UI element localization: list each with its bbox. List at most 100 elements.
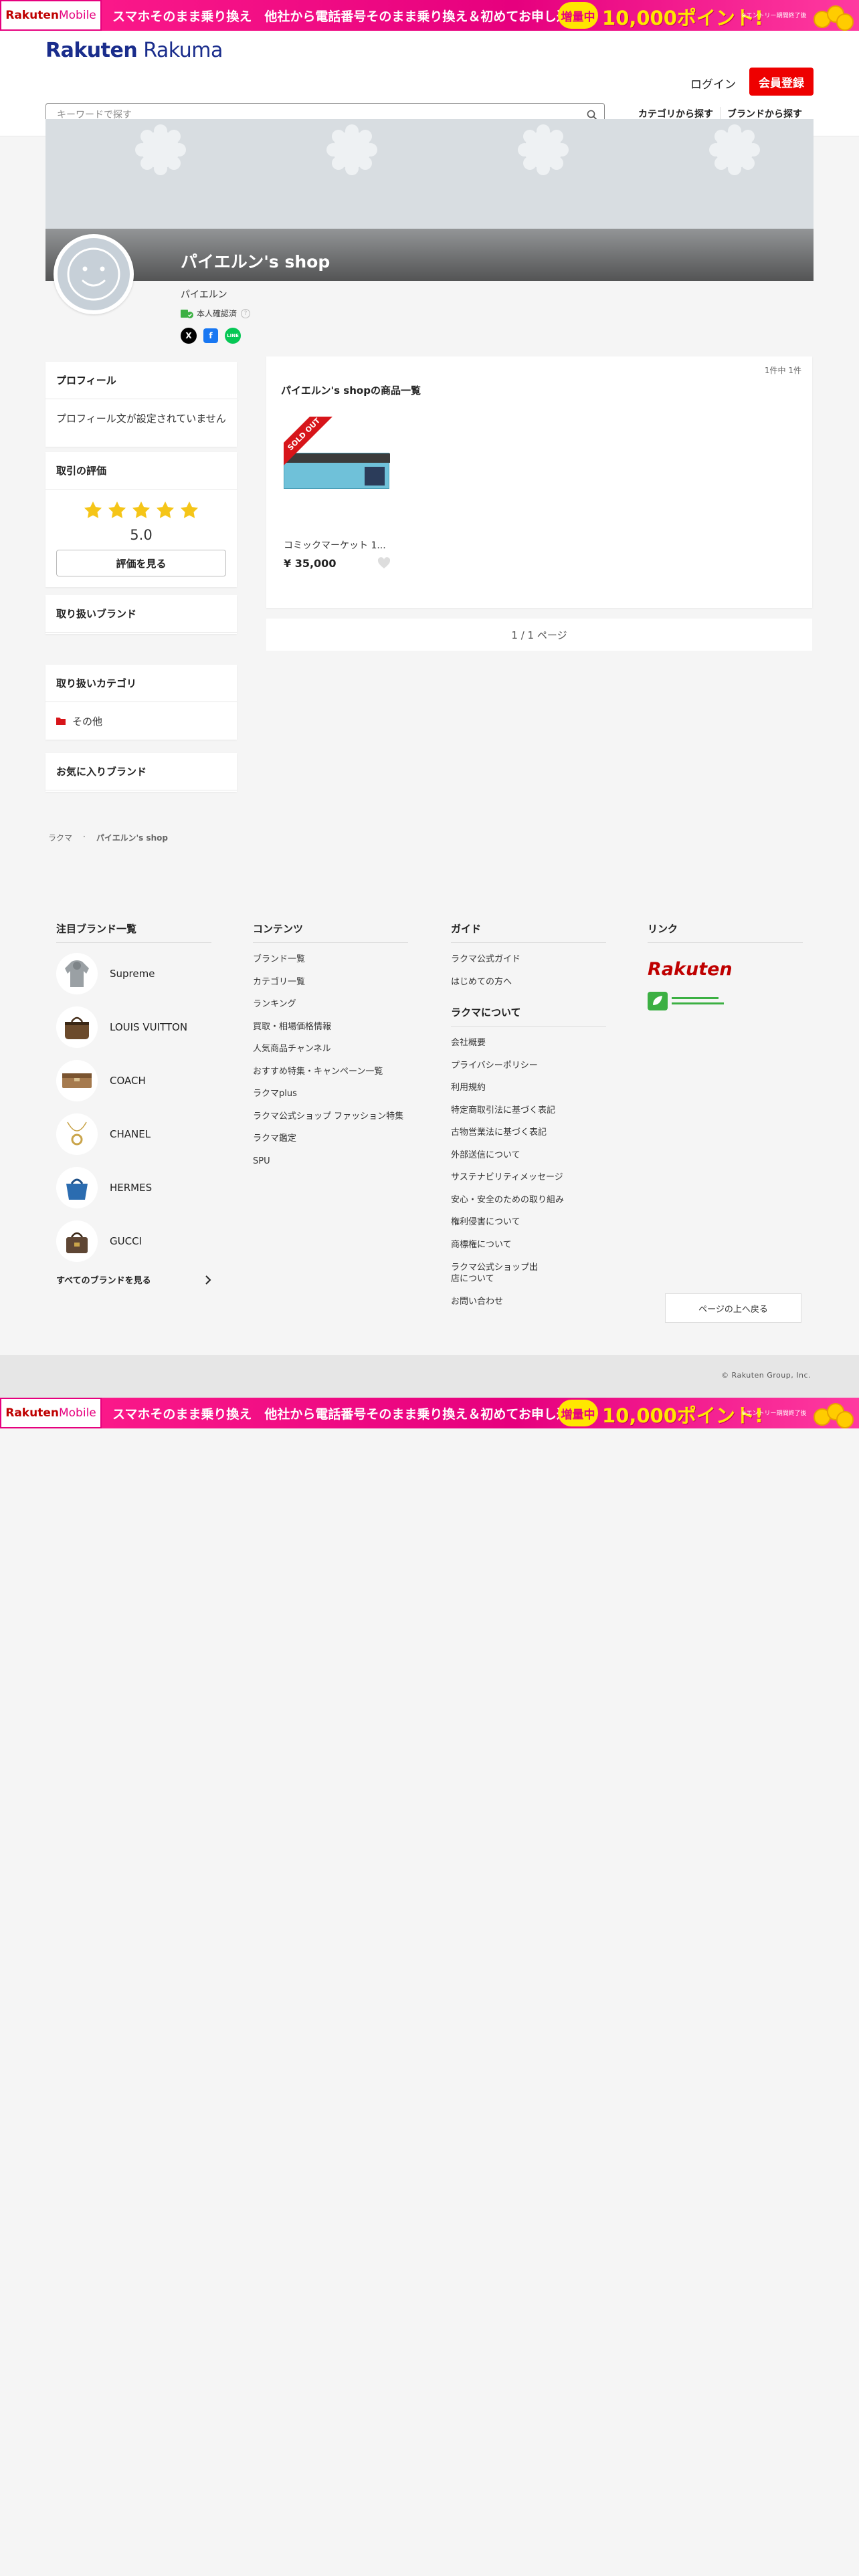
promo-note: ※エントリー期間終了後 [741, 13, 807, 19]
pagination: 1 / 1 ページ [266, 619, 812, 651]
login-link[interactable]: ログイン [690, 75, 736, 92]
share-buttons: X f LINE [181, 328, 241, 344]
shop-name: パイエルン's shop [181, 252, 330, 272]
promo-badge: 増量中 [558, 2, 598, 29]
nav-category[interactable]: カテゴリから探す [632, 107, 720, 120]
coins-icon [811, 4, 854, 31]
eco-badge[interactable] [648, 992, 803, 1010]
footer-link[interactable]: 権利侵害について [451, 1216, 606, 1228]
smiley-icon [67, 247, 120, 301]
brand-name: COACH [110, 1075, 146, 1087]
rakuma-logo[interactable]: Rakuten Rakuma [45, 39, 223, 62]
eco-badge-caption-icon [672, 997, 724, 1004]
product-name[interactable]: コミックマーケット 1... [284, 538, 391, 552]
cover-overlay [45, 229, 814, 281]
facebook-share-icon[interactable]: f [203, 328, 218, 343]
footer-link[interactable]: 会社概要 [451, 1037, 606, 1049]
footer-link[interactable]: ラクマplus [253, 1088, 408, 1100]
footer-link[interactable]: 古物営業法に基づく表記 [451, 1127, 606, 1139]
footer-link[interactable]: SPU [253, 1156, 408, 1168]
footer-link[interactable]: ラクマ公式ガイド [451, 954, 606, 966]
copyright: © Rakuten Group, Inc. [0, 1355, 859, 1398]
star-icon [132, 501, 151, 518]
shop-owner-name: パイエルン [181, 290, 227, 300]
heart-icon[interactable] [377, 557, 391, 572]
coins-icon [811, 1402, 854, 1428]
footer-link[interactable]: ラクマ鑑定 [253, 1133, 408, 1145]
footer-brands-title: 注目ブランド一覧 [56, 922, 211, 943]
footer-link[interactable]: 外部送信について [451, 1150, 606, 1162]
promo-banner[interactable]: Rakuten Mobile スマホそのまま乗り換え 他社から電話番号そのまま乗り… [0, 0, 859, 31]
product-card[interactable]: SOLD OUT コミックマーケット 1... ¥ 35,000 [284, 417, 391, 570]
brand-item-louis-vuitton[interactable]: LOUIS VUITTON [56, 1000, 211, 1054]
profile-panel: プロフィール プロフィール文が設定されていません [45, 362, 237, 447]
tote-bag-icon [56, 1167, 98, 1208]
star-icon [84, 501, 102, 518]
category-item[interactable]: その他 [56, 702, 226, 740]
listing-title: パイエルン's shopの商品一覧 [281, 385, 421, 397]
footer-link[interactable]: ラクマ公式ショップ出店について [451, 1262, 545, 1285]
rating-stars [56, 500, 226, 520]
rating-score: 5.0 [130, 527, 153, 543]
brand-item-coach[interactable]: COACH [56, 1054, 211, 1107]
footer-link[interactable]: お問い合わせ [451, 1296, 606, 1308]
breadcrumb-current: パイエルン's shop [96, 833, 168, 843]
promo-points: 10,000ポイント! [602, 7, 764, 29]
favorite-brands-panel: お気に入りブランド [45, 753, 237, 792]
all-brands-link[interactable]: すべてのブランドを見る [56, 1273, 211, 1286]
register-button[interactable]: 会員登録 [749, 68, 814, 96]
chevron-right-icon [205, 1275, 211, 1285]
footer-link[interactable]: 安心・安全のための取り組み [451, 1194, 606, 1206]
footer-link[interactable]: プライバシーポリシー [451, 1060, 606, 1072]
handbag-icon [56, 1220, 98, 1262]
footer-links: リンク Rakuten [648, 922, 803, 1010]
help-icon[interactable]: ? [241, 308, 251, 318]
footer-guide-title: ガイド [451, 922, 606, 943]
breadcrumb-home[interactable]: ラクマ [48, 832, 72, 843]
footer-brands: 注目ブランド一覧 Supreme LOUIS VUITTON COACH CHA… [56, 922, 211, 1286]
brand-item-chanel[interactable]: CHANEL [56, 1107, 211, 1161]
view-ratings-button[interactable]: 評価を見る [56, 550, 226, 576]
footer-link[interactable]: 人気商品チャンネル [253, 1043, 408, 1055]
hoodie-icon [56, 953, 98, 994]
brand-item-gucci[interactable]: GUCCI [56, 1214, 211, 1268]
promo-banner-bottom[interactable]: Rakuten Mobile スマホそのまま乗り換え 他社から電話番号そのまま乗り… [0, 1398, 859, 1428]
footer-link[interactable]: はじめての方へ [451, 976, 606, 988]
line-share-icon[interactable]: LINE [225, 328, 241, 344]
star-icon [180, 501, 199, 518]
footer-link[interactable]: ランキング [253, 998, 408, 1010]
flower-icon [709, 124, 760, 175]
footer-link[interactable]: 利用規約 [451, 1082, 606, 1094]
footer-link[interactable]: ブランド一覧 [253, 954, 408, 966]
promo-badge: 増量中 [558, 1400, 598, 1426]
categories-title: 取り扱いカテゴリ [45, 665, 237, 702]
footer-link[interactable]: 特定商取引法に基づく表記 [451, 1105, 606, 1117]
footer-link[interactable]: カテゴリ一覧 [253, 976, 408, 988]
brand-item-supreme[interactable]: Supreme [56, 947, 211, 1000]
rakuten-mobile-logo: Rakuten Mobile [0, 0, 102, 31]
favorite-brands-title: お気に入りブランド [45, 753, 237, 790]
footer-link[interactable]: 買取・相場価格情報 [253, 1021, 408, 1033]
nav-brand[interactable]: ブランドから探す [720, 107, 809, 120]
footer-link[interactable]: サステナビリティメッセージ [451, 1172, 606, 1184]
rating-title: 取引の評価 [45, 452, 237, 490]
footer-link[interactable]: ラクマ公式ショップ ファッション特集 [253, 1111, 408, 1123]
footer-link[interactable]: 商標権について [451, 1239, 606, 1251]
product-image[interactable]: SOLD OUT [284, 417, 391, 524]
promo-text: スマホそのまま乗り換え 他社から電話番号そのまま乗り換え＆初めてお申し込みで [112, 1406, 595, 1422]
breadcrumb-separator: · [83, 832, 86, 841]
x-share-icon[interactable]: X [181, 328, 197, 344]
footer-about-title: ラクマについて [451, 1005, 606, 1027]
footer-contents-title: コンテンツ [253, 922, 408, 943]
promo-points: 10,000ポイント! [602, 1404, 764, 1427]
categories-panel: 取り扱いカテゴリ その他 [45, 665, 237, 740]
rakuten-logo[interactable]: Rakuten [648, 959, 803, 980]
verified-icon [181, 309, 193, 318]
wallet-icon [56, 1060, 98, 1101]
rakuten-mobile-logo: Rakuten Mobile [0, 1398, 102, 1428]
brand-item-hermes[interactable]: HERMES [56, 1161, 211, 1214]
back-to-top-button[interactable]: ページの上へ戻る [665, 1293, 801, 1323]
breadcrumb: ラクマ · パイエルン's shop [48, 832, 168, 843]
footer-link[interactable]: おすすめ特集・キャンペーン一覧 [253, 1066, 408, 1078]
all-brands-label: すべてのブランドを見る [56, 1276, 151, 1286]
